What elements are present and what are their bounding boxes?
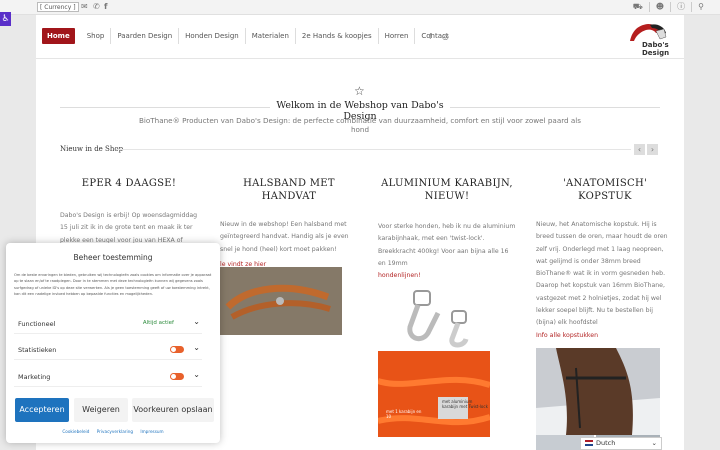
nav-home[interactable]: Home (42, 28, 75, 44)
pref-label: Functioneel (18, 320, 56, 328)
item-text: Nieuw, het Anatomische kopstuk. Hij is b… (536, 221, 668, 327)
facebook-icon[interactable]: f (104, 2, 107, 12)
divider (60, 107, 270, 108)
kopstuk-image[interactable] (536, 348, 660, 435)
divider (116, 149, 631, 150)
marketing-toggle[interactable] (170, 373, 184, 380)
currency-selector[interactable]: [ Currency ] (37, 2, 79, 12)
chevron-down-icon[interactable]: ⌄ (193, 343, 200, 352)
pref-label: Marketing (18, 373, 51, 381)
item-title[interactable]: 'ANATOMISCH' KOPSTUK (536, 177, 674, 203)
logo-text: Dabo's Design (642, 41, 670, 57)
chevron-down-icon[interactable]: ⌄ (193, 317, 200, 326)
site-logo[interactable]: Dabo's Design (626, 21, 670, 57)
pref-status: Altijd actief (142, 320, 174, 326)
chevron-down-icon[interactable]: ⌄ (193, 370, 200, 379)
save-preferences-button[interactable]: Voorkeuren opslaan (132, 398, 214, 422)
shop-heading: Nieuw in de Shop (60, 145, 124, 153)
accessibility-icon[interactable]: ♿ (0, 12, 11, 26)
image-caption: met 1 karabijn en 10 (386, 409, 422, 419)
instagram-icon[interactable]: ◎ (442, 32, 449, 41)
cookie-title: Beheer toestemming (73, 253, 153, 262)
cookie-consent-dialog: Beheer toestemming Om de beste ervaringe… (6, 243, 220, 443)
nav-honden-design[interactable]: Honden Design (178, 28, 245, 44)
item-text: Voor sterke honden, heb ik nu de alumini… (378, 223, 516, 267)
pref-marketing[interactable]: Marketing ⌄ (14, 367, 202, 387)
nav-materialen[interactable]: Materialen (244, 28, 295, 44)
nav-paarden-design[interactable]: Paarden Design (110, 28, 178, 44)
pref-functioneel[interactable]: Functioneel Altijd actief ⌄ (14, 314, 202, 334)
cookie-text: Om de beste ervaringen te bieden, gebrui… (14, 273, 212, 296)
karabijn-image[interactable] (378, 283, 490, 349)
impressum-link[interactable]: Impressum (140, 429, 163, 434)
top-bar: [ Currency ] ✉ ✆ f ⛟ ☻ ⓘ ⚲ (0, 0, 720, 15)
item-text: Nieuw in de webshop! Een halsband met ge… (220, 221, 349, 253)
main-nav: Home Shop Paarden Design Honden Design M… (36, 15, 684, 59)
top-right-icons: ⛟ ☻ ⓘ ⚲ (627, 2, 710, 12)
prev-arrow-icon[interactable]: ‹ (634, 144, 645, 155)
nav-2e-hands[interactable]: 2e Hands & koopjes (294, 28, 378, 44)
shop-item-karabijn[interactable]: ALUMINIUM KARABIJN, NIEUW! Voor sterke h… (378, 177, 516, 282)
shop-item-kopstuk[interactable]: 'ANATOMISCH' KOPSTUK Nieuw, het Anatomis… (536, 177, 674, 342)
shop-item-halsband[interactable]: HALSBAND MET HANDVAT Nieuw in de webshop… (220, 177, 358, 271)
pref-statistieken[interactable]: Statistieken ⌄ (14, 340, 202, 360)
divider (450, 107, 660, 108)
orange-leash-image[interactable]: met aluminium karabijn met Twist-lock me… (378, 351, 490, 437)
chevron-down-icon: ⌄ (651, 439, 657, 447)
cookie-links: Cookiebeleid Privacyverklaring Impressum (6, 429, 220, 434)
pref-label: Statistieken (18, 346, 57, 354)
item-title[interactable]: HALSBAND MET HANDVAT (220, 177, 358, 203)
image-caption: met aluminium karabijn met Twist-lock (442, 399, 488, 409)
accept-button[interactable]: Accepteren (15, 398, 69, 422)
nav-shop[interactable]: Shop (81, 28, 111, 44)
item-title[interactable]: EPER 4 DAAGSE! (60, 177, 198, 190)
star-icon: ☆ (354, 84, 365, 98)
language-label: Dutch (596, 439, 616, 447)
welcome-subtitle: BioThane® Producten van Dabo's Design: d… (138, 116, 582, 134)
user-icon[interactable]: ☻ (648, 2, 670, 12)
item-link[interactable]: hondenlijnen! (378, 270, 516, 282)
facebook-icon[interactable]: f (429, 32, 432, 41)
cart-icon[interactable]: ⛟ (627, 2, 649, 12)
halsband-image[interactable] (218, 267, 342, 335)
privacy-link[interactable]: Privacyverklaring (97, 429, 133, 434)
language-selector[interactable]: Dutch ⌄ (580, 437, 662, 450)
whatsapp-icon[interactable]: ✆ (93, 2, 100, 12)
item-title[interactable]: ALUMINIUM KARABIJN, NIEUW! (378, 177, 516, 203)
translate-icon[interactable]: ⚲ (691, 2, 710, 12)
nav-horren[interactable]: Horren (377, 28, 415, 44)
statistieken-toggle[interactable] (170, 346, 184, 353)
netherlands-flag-icon (585, 440, 593, 446)
cookie-policy-link[interactable]: Cookiebeleid (62, 429, 89, 434)
item-link[interactable]: Info alle kopstukken (536, 330, 674, 342)
deny-button[interactable]: Weigeren (74, 398, 128, 422)
email-icon[interactable]: ✉ (81, 2, 88, 12)
next-arrow-icon[interactable]: › (647, 144, 658, 155)
info-icon[interactable]: ⓘ (670, 2, 691, 12)
